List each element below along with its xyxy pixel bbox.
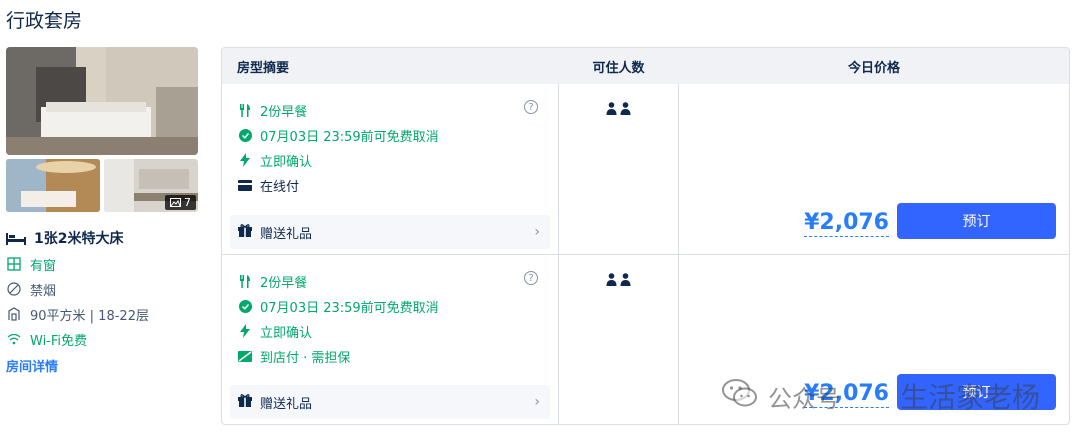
check-circle-icon [238,128,252,142]
bed-info: 1张2米特大床 [6,228,198,248]
cancel-policy: 07月03日 23:59前可免费取消 [230,125,550,145]
feature-label: Wi-Fi免费 [30,333,88,349]
rate-summary: 2份早餐 07月03日 23:59前可免费取消 立即确认 在线付 ? 赠送礼品 … [222,84,558,255]
fork-knife-icon [238,103,252,117]
cancel-policy: 07月03日 23:59前可免费取消 [230,296,550,316]
gift-icon [238,223,252,241]
cancel-label: 07月03日 23:59前可免费取消 [260,129,439,145]
breakfast-policy: 2份早餐 [230,271,550,291]
bed-icon [6,233,26,245]
feature-wifi: Wi-Fi免费 [6,330,198,349]
header-occupancy: 可住人数 [592,60,645,76]
price-value[interactable]: ¥2,076 [804,381,889,408]
price-value[interactable]: ¥2,076 [804,210,889,237]
bed-label: 1张2米特大床 [34,231,124,247]
confirm-label: 立即确认 [260,154,313,170]
confirm-policy: 立即确认 [230,321,550,341]
gift-icon [238,393,252,411]
table-header: 房型摘要 可住人数 今日价格 [222,48,1069,84]
lightning-icon [238,153,252,167]
book-button[interactable]: 预订 [897,203,1056,239]
room-info-panel: 7 1张2米特大床 有窗 禁烟 90平方米 | 18-22层 Wi-Fi免费 房… [6,47,198,375]
cancel-label: 07月03日 23:59前可免费取消 [260,300,439,316]
table-row: 2份早餐 07月03日 23:59前可免费取消 立即确认 在线付 ? 赠送礼品 … [222,84,1069,255]
no-smoking-icon [6,282,22,296]
credit-card-icon [238,179,252,191]
table-row: 2份早餐 07月03日 23:59前可免费取消 立即确认 到店付 · 需担保 ?… [222,254,1069,424]
feature-area: 90平方米 | 18-22层 [6,305,198,324]
guests-icon [559,273,678,286]
occupancy-cell [558,255,679,424]
pay-at-hotel-icon [238,350,252,362]
feature-no-smoking: 禁烟 [6,280,198,299]
chevron-right-icon: › [534,394,540,410]
room-photo-3[interactable]: 7 [104,159,198,212]
feature-window: 有窗 [6,255,198,274]
chevron-right-icon: › [534,224,540,240]
gift-row[interactable]: 赠送礼品 › [230,385,550,419]
area-icon [6,307,22,321]
rate-summary: 2份早餐 07月03日 23:59前可免费取消 立即确认 到店付 · 需担保 ?… [222,255,558,424]
gift-row[interactable]: 赠送礼品 › [230,215,550,249]
check-circle-icon [238,299,252,313]
feature-label: 90平方米 | 18-22层 [30,308,149,324]
breakfast-label: 2份早餐 [260,104,308,120]
feature-label: 禁烟 [30,283,57,299]
header-price: 今日价格 [847,60,900,76]
header-summary: 房型摘要 [237,60,290,76]
confirm-label: 立即确认 [260,325,313,341]
guests-icon [559,102,678,115]
price-cell: ¥2,076 预订 [679,255,1069,424]
room-photo-2[interactable] [6,159,100,212]
breakfast-label: 2份早餐 [260,275,308,291]
help-icon[interactable]: ? [524,271,538,285]
payment-policy: 在线付 [230,175,550,195]
payment-label: 到店付 · 需担保 [260,350,351,366]
feature-label: 有窗 [30,258,57,274]
fork-knife-icon [238,274,252,288]
wifi-icon [6,333,22,345]
price-cell: ¥2,076 预订 [679,84,1069,255]
occupancy-cell [558,84,679,255]
image-icon [170,198,181,207]
gift-label: 赠送礼品 [260,396,313,412]
photo-count-badge[interactable]: 7 [165,195,196,210]
room-title: 行政套房 [6,10,83,32]
confirm-policy: 立即确认 [230,150,550,170]
window-icon [6,257,22,271]
rate-table: 房型摘要 可住人数 今日价格 2份早餐 07月03日 23:59前可免费取消 立… [221,47,1070,425]
help-icon[interactable]: ? [524,100,538,114]
book-button[interactable]: 预订 [897,374,1056,410]
payment-policy: 到店付 · 需担保 [230,346,550,366]
gift-label: 赠送礼品 [260,226,313,242]
room-photo-main[interactable] [6,47,198,155]
lightning-icon [238,324,252,338]
room-detail-link[interactable]: 房间详情 [6,356,198,375]
photo-count: 7 [184,196,191,209]
breakfast-policy: 2份早餐 [230,100,550,120]
payment-label: 在线付 [260,179,300,195]
